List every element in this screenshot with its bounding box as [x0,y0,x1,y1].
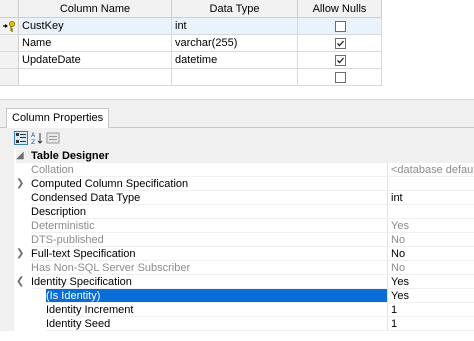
collapsed-arrow-icon[interactable]: ❯ [16,247,26,261]
column-name-cell[interactable] [19,69,172,86]
data-type-cell[interactable] [172,69,298,86]
properties-toolbar: A Z [0,128,474,149]
primary-key-icon [3,21,15,32]
column-name-cell[interactable]: Name [19,35,172,52]
property-name: DTS-published [31,233,387,247]
check-icon [337,40,344,47]
property-row-identity-specification[interactable]: ❮ Identity Specification Yes [0,275,474,289]
row-selector-header [0,0,19,18]
property-name: Collation [31,163,387,177]
property-row-identity-seed[interactable]: Identity Seed 1 [0,317,474,331]
property-gutter [0,247,14,261]
property-gutter [0,205,14,219]
property-gutter [0,149,14,163]
data-type-cell[interactable]: varchar(255) [172,35,298,52]
column-name-header[interactable]: Column Name [19,0,172,18]
property-gutter [0,163,14,177]
property-name: Table Designer [16,149,474,163]
property-gutter [0,191,14,205]
properties-tab-strip: Column Properties [0,104,474,129]
property-name: Has Non-SQL Server Subscriber [31,261,387,275]
expanded-arrow-icon[interactable]: ❮ [16,275,26,289]
table-row-custkey[interactable]: CustKey int [0,18,382,35]
property-name: (Is Identity) [46,289,387,303]
column-name-cell[interactable]: CustKey [19,18,172,35]
property-gutter [0,261,14,275]
property-name: Description [31,205,387,219]
property-gutter [0,233,14,247]
property-pages-icon [46,132,60,144]
property-row-full-text-specification[interactable]: ❯ Full-text Specification No [0,247,474,261]
property-gutter [0,303,14,317]
property-value[interactable]: <database default> [387,163,474,177]
categorized-view-button[interactable] [14,131,28,145]
property-value[interactable] [387,205,474,219]
property-value[interactable]: int [387,191,474,205]
expanded-arrow-icon[interactable]: ◢ [16,149,26,163]
property-gutter [0,275,14,289]
property-value[interactable]: No [387,247,474,261]
allow-nulls-cell [298,52,382,69]
property-row-is-identity[interactable]: (Is Identity) Yes [0,289,474,303]
table-row-name[interactable]: Name varchar(255) [0,35,382,52]
property-name: Identity Increment [46,303,387,317]
tab-column-properties[interactable]: Column Properties [6,108,110,129]
allow-nulls-cell [298,69,382,86]
property-category-table-designer[interactable]: ◢ Table Designer [0,149,474,163]
allow-nulls-cell [298,35,382,52]
data-type-cell[interactable]: datetime [172,52,298,69]
row-selector[interactable] [0,18,19,35]
row-selector[interactable] [0,69,19,86]
property-name: Deterministic [31,219,387,233]
property-value[interactable] [387,177,474,191]
property-row-condensed-data-type[interactable]: Condensed Data Type int [0,191,474,205]
property-row-collation[interactable]: Collation <database default> [0,163,474,177]
property-gutter [0,317,14,331]
property-value[interactable]: 1 [387,317,474,331]
categorized-icon [16,133,26,143]
row-selector[interactable] [0,35,19,52]
property-row-deterministic[interactable]: Deterministic Yes [0,219,474,233]
property-row-description[interactable]: Description [0,205,474,219]
property-gutter [0,177,14,191]
property-name: Condensed Data Type [31,191,387,205]
property-grid: ◢ Table Designer Collation <database def… [0,149,474,341]
allow-nulls-cell [298,18,382,35]
property-value[interactable]: Yes [387,275,474,289]
column-name-cell[interactable]: UpdateDate [19,52,172,69]
table-row-new[interactable] [0,69,382,86]
allow-nulls-checkbox[interactable] [335,21,346,32]
property-row-has-non-sql-server-subscriber[interactable]: Has Non-SQL Server Subscriber No [0,261,474,275]
sort-az-icon: A Z [31,132,43,146]
check-icon [337,57,344,64]
column-grid: Column Name Data Type Allow Nulls CustKe… [0,0,474,86]
property-row-identity-increment[interactable]: Identity Increment 1 [0,303,474,317]
property-row-dts-published[interactable]: DTS-published No [0,233,474,247]
collapsed-arrow-icon[interactable]: ❯ [16,177,26,191]
allow-nulls-checkbox[interactable] [335,55,346,66]
property-value[interactable]: No [387,233,474,247]
property-gutter [0,219,14,233]
data-type-header[interactable]: Data Type [172,0,298,18]
svg-text:Z: Z [31,139,35,145]
data-type-cell[interactable]: int [172,18,298,35]
property-value[interactable]: Yes [387,219,474,233]
property-name: Identity Seed [46,317,387,331]
alphabetical-view-button[interactable]: A Z [30,131,44,146]
allow-nulls-checkbox[interactable] [335,38,346,49]
property-value[interactable]: Yes [387,289,474,303]
svg-text:A: A [31,132,36,139]
allow-nulls-header[interactable]: Allow Nulls [298,0,382,18]
property-name: Full-text Specification [31,247,387,261]
property-row-computed-column-specification[interactable]: ❯ Computed Column Specification [0,177,474,191]
property-value[interactable]: 1 [387,303,474,317]
property-value[interactable]: No [387,261,474,275]
allow-nulls-checkbox[interactable] [335,72,346,83]
row-selector[interactable] [0,52,19,69]
property-pages-button[interactable] [46,131,60,145]
property-name: Identity Specification [31,275,387,289]
property-name: Computed Column Specification [31,177,387,191]
table-row-updatedate[interactable]: UpdateDate datetime [0,52,382,69]
property-gutter [0,289,14,303]
